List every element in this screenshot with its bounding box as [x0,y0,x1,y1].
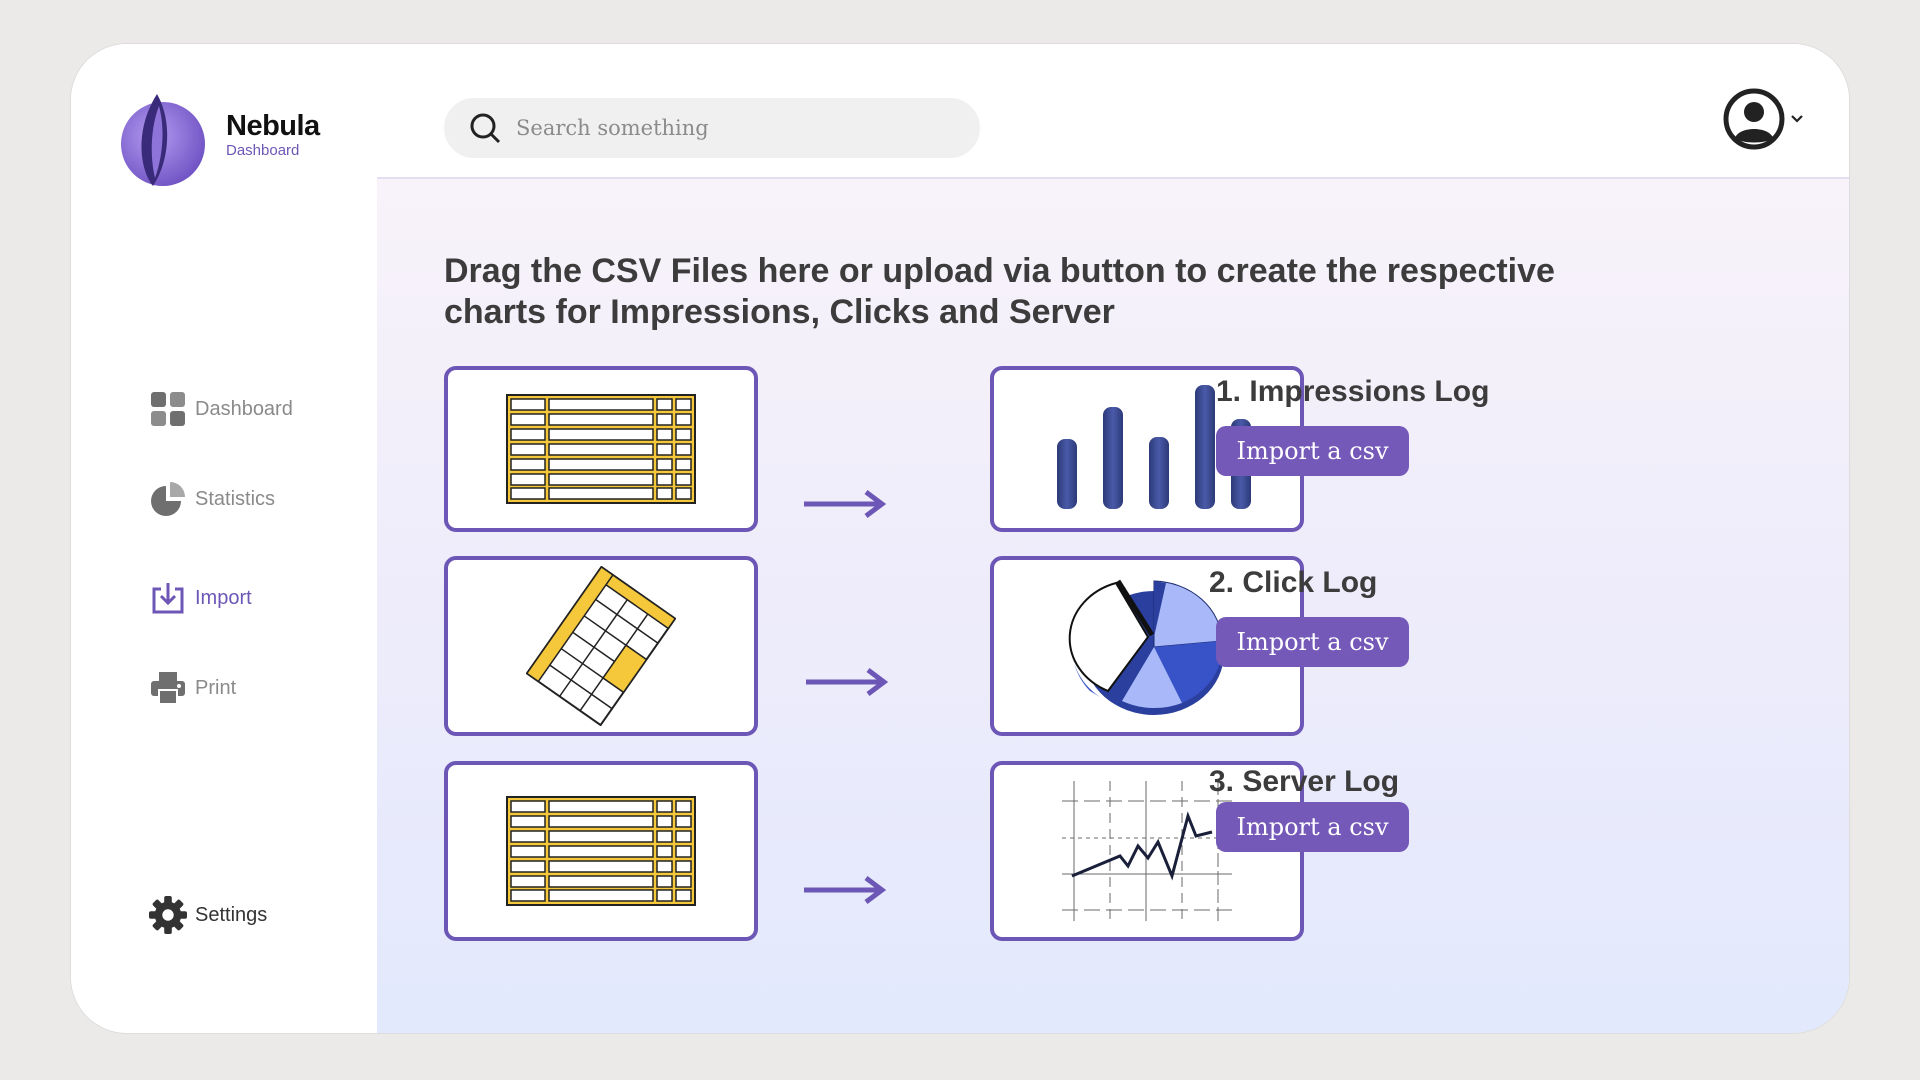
search-input[interactable]: Search something [444,98,980,158]
import-csv-button-clicks[interactable]: Import a csv [1216,617,1409,667]
grid-icon [149,390,187,428]
log-title-server: 3. Server Log [1209,765,1400,798]
sidebar: Nebula Dashboard Dashboard Statistics Im… [71,44,379,1033]
pie-chart-icon [149,480,187,518]
log-title-impressions: 1. Impressions Log [1216,375,1490,408]
import-panel: Drag the CSV Files here or upload via bu… [377,179,1849,1033]
import-csv-button-server[interactable]: Import a csv [1216,802,1409,852]
arrow-right-icon [804,876,886,904]
spreadsheet-icon [506,394,696,504]
csv-dropzone-server[interactable] [444,761,758,941]
csv-dropzone-clicks[interactable] [444,556,758,736]
nav-label-print: Print [195,676,237,699]
brand-subtitle: Dashboard [226,142,300,159]
arrow-right-icon [804,490,886,518]
search-placeholder: Search something [516,116,709,140]
nav-label-dashboard: Dashboard [195,397,293,420]
import-csv-button-impressions[interactable]: Import a csv [1216,426,1409,476]
nav-item-dashboard[interactable]: Dashboard [149,390,293,428]
spreadsheet-tilted-icon [526,566,676,726]
pie-chart-illustration-icon [1068,579,1224,715]
nebula-logo-icon [113,82,209,192]
nav-item-statistics[interactable]: Statistics [149,480,275,518]
gear-icon [149,896,187,934]
printer-icon [149,669,187,707]
nav-label-settings: Settings [195,903,268,926]
app-window: Nebula Dashboard Dashboard Statistics Im… [71,44,1849,1033]
chevron-down-icon [1789,111,1805,132]
log-title-clicks: 2. Click Log [1209,566,1378,599]
page-heading: Drag the CSV Files here or upload via bu… [444,252,1555,331]
user-avatar-icon [1723,88,1785,155]
nav-item-import[interactable]: Import [149,579,252,617]
brand-name: Nebula [226,110,320,142]
arrow-right-icon [806,668,888,696]
line-chart-illustration-icon [1062,781,1232,921]
import-icon [149,579,187,617]
spreadsheet-icon [506,796,696,906]
csv-dropzone-impressions[interactable] [444,366,758,532]
nav-label-import: Import [195,586,252,609]
top-bar: Search something [377,44,1849,179]
nav-item-settings[interactable]: Settings [149,896,267,934]
user-menu[interactable] [1723,88,1805,155]
nav-item-print[interactable]: Print [149,669,236,707]
nav-label-statistics: Statistics [195,487,276,510]
search-icon [468,111,502,145]
